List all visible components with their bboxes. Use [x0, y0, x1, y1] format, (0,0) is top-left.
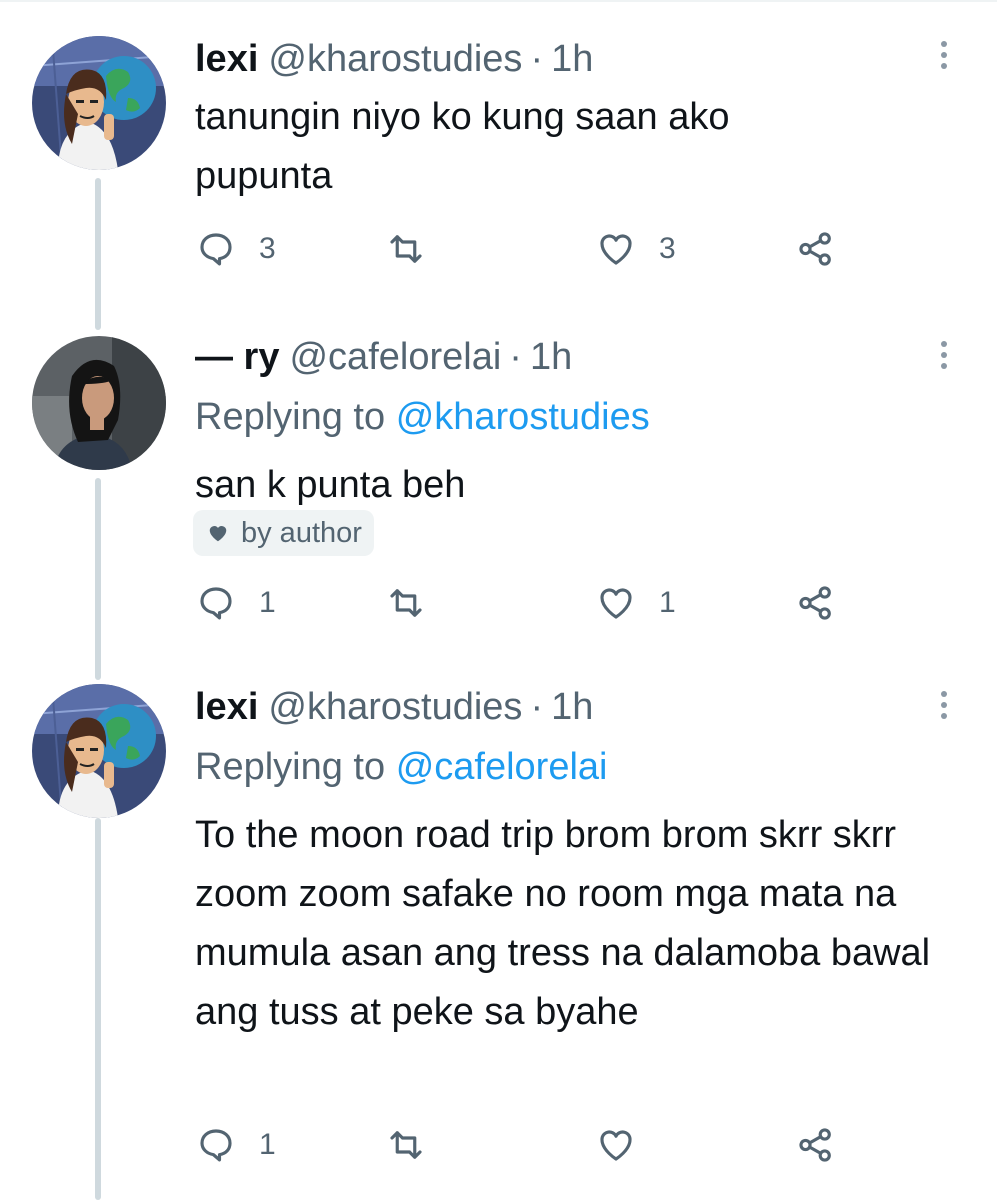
reply-count: 3 [259, 232, 276, 265]
action-bar: 3 3 [195, 224, 855, 274]
like-button[interactable] [595, 1120, 659, 1170]
like-icon [600, 588, 632, 619]
share-button[interactable] [795, 578, 837, 628]
like-button[interactable]: 3 [595, 224, 676, 274]
retweet-icon [390, 1131, 422, 1159]
share-button[interactable] [795, 224, 837, 274]
user-handle[interactable]: @kharostudies [268, 38, 522, 81]
timestamp[interactable]: 1h [551, 686, 593, 729]
action-bar: 1 [195, 1120, 855, 1170]
timestamp[interactable]: 1h [551, 38, 593, 81]
thread-line [95, 818, 101, 1200]
tweet-text: tanungin niyo ko kung saan ako pupunta [195, 96, 730, 197]
tweet-text: To the moon road trip brom brom skrr skr… [195, 814, 931, 1033]
separator-dot: · [509, 336, 522, 378]
share-button[interactable] [795, 1120, 837, 1170]
mention-link[interactable]: @kharostudies [396, 396, 650, 438]
timestamp[interactable]: 1h [530, 336, 572, 379]
retweet-button[interactable] [385, 224, 449, 274]
reply-icon [200, 587, 232, 620]
reply-count: 1 [259, 1128, 276, 1161]
like-button[interactable]: 1 [595, 578, 676, 628]
avatar-image [32, 336, 166, 470]
avatar[interactable] [32, 336, 166, 470]
tweet-header: — ry @cafelorelai · 1h [195, 336, 572, 380]
more-icon[interactable] [932, 338, 956, 374]
thread-line [95, 178, 101, 330]
user-handle[interactable]: @kharostudies [268, 686, 522, 729]
tweet-text: san k punta beh [195, 464, 466, 506]
reply-icon [200, 233, 232, 266]
retweet-icon [390, 235, 422, 263]
reply-icon [200, 1129, 232, 1162]
like-icon [600, 234, 632, 265]
replying-label: Replying to [195, 396, 386, 438]
reply-button[interactable]: 1 [195, 1120, 276, 1170]
display-name[interactable]: — ry [195, 336, 279, 379]
retweet-icon [390, 589, 422, 617]
liked-by-author-badge: by author [193, 510, 374, 556]
like-count: 1 [659, 586, 676, 619]
avatar[interactable] [32, 684, 166, 818]
avatar-image [32, 684, 166, 818]
retweet-button[interactable] [385, 578, 449, 628]
like-count: 3 [659, 232, 676, 265]
display-name[interactable]: lexi [195, 38, 258, 81]
separator-dot: · [530, 38, 544, 80]
liked-by-author-label: by author [241, 516, 362, 549]
reply-count: 1 [259, 586, 276, 619]
share-icon [799, 1128, 831, 1162]
separator-dot: · [530, 686, 544, 728]
heart-filled-icon [209, 526, 227, 542]
share-icon [799, 586, 831, 620]
display-name[interactable]: lexi [195, 686, 258, 729]
replying-to: Replying to @cafelorelai [195, 746, 607, 789]
mention-link[interactable]: @cafelorelai [396, 746, 608, 788]
avatar-image [32, 36, 166, 170]
share-icon [799, 232, 831, 266]
tweet-header: lexi @kharostudies · 1h [195, 686, 593, 730]
thread-line [95, 478, 101, 680]
replying-label: Replying to [195, 746, 386, 788]
reply-button[interactable]: 1 [195, 578, 276, 628]
reply-button[interactable]: 3 [195, 224, 276, 274]
like-icon [600, 1130, 632, 1161]
avatar[interactable] [32, 36, 166, 170]
retweet-button[interactable] [385, 1120, 449, 1170]
more-icon[interactable] [932, 688, 956, 724]
user-handle[interactable]: @cafelorelai [289, 336, 501, 379]
more-icon[interactable] [932, 38, 956, 74]
replying-to: Replying to @kharostudies [195, 396, 650, 439]
top-divider [0, 0, 997, 2]
action-bar: 1 1 [195, 578, 855, 628]
tweet-header: lexi @kharostudies · 1h [195, 38, 593, 82]
